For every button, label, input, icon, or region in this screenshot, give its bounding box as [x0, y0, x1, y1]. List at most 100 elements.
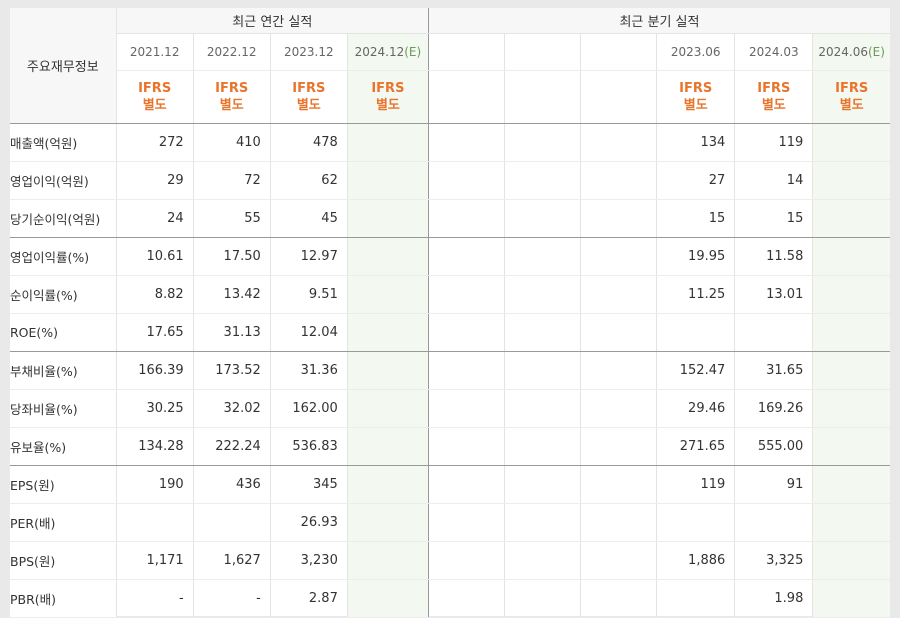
table-row: EPS(원) 190 436 345 119 91 — [10, 465, 890, 504]
row-label-header: 주요재무정보 — [10, 8, 117, 124]
quarter-value-cell — [504, 313, 581, 352]
quarter-value-cell: 29.46 — [656, 389, 735, 428]
quarter-value-cell — [427, 161, 505, 200]
quarter-ifrs-badge-5: IFRS 별도 — [812, 70, 890, 124]
quarter-value-cell — [812, 237, 890, 276]
annual-value-cell: 272 — [116, 123, 194, 162]
annual-value-cell — [346, 161, 429, 200]
quarter-value-cell: 13.01 — [734, 275, 813, 314]
annual-value-cell: 134.28 — [116, 427, 194, 466]
table-row: 유보율(%) 134.28 222.24 536.83 271.65 555.00 — [10, 427, 890, 466]
row-label: 영업이익률(%) — [10, 237, 117, 276]
quarter-value-cell: 169.26 — [734, 389, 813, 428]
annual-value-cell — [346, 351, 429, 390]
estimate-tag: (E) — [868, 45, 885, 59]
quarter-value-cell: 11.58 — [734, 237, 813, 276]
quarter-value-cell — [504, 161, 581, 200]
row-label: EPS(원) — [10, 465, 117, 504]
table-row: 영업이익(억원) 29 72 62 27 14 — [10, 161, 890, 200]
annual-value-cell: 1,627 — [192, 541, 271, 580]
quarter-value-cell — [734, 313, 813, 352]
table-row: PBR(배) - -2.87 1.98 — [10, 579, 890, 618]
row-label: 당기순이익(억원) — [10, 199, 117, 238]
quarter-value-cell — [504, 351, 581, 390]
quarter-value-cell — [580, 465, 657, 504]
annual-value-cell: 55 — [192, 199, 271, 238]
quarter-value-cell — [812, 465, 890, 504]
annual-value-cell: 30.25 — [116, 389, 194, 428]
quarter-value-cell: 3,325 — [734, 541, 813, 580]
ifrs-label: IFRS — [835, 81, 869, 96]
annual-value-cell — [346, 275, 429, 314]
table-row: PER(배) 26.93 — [10, 503, 890, 542]
annual-value-cell — [346, 541, 429, 580]
row-label: PBR(배) — [10, 579, 117, 618]
annual-period-header-0: 2021.12 — [116, 33, 194, 71]
annual-ifrs-badge-1: IFRS 별도 — [192, 70, 271, 124]
quarter-value-cell — [734, 503, 813, 542]
annual-value-cell: 436 — [192, 465, 271, 504]
quarter-value-cell: 15 — [656, 199, 735, 238]
quarter-period-header-3: 2023.06 — [656, 33, 735, 71]
annual-value-cell — [346, 579, 429, 618]
quarter-period-header-2 — [580, 33, 657, 71]
quarter-ifrs-badge-3: IFRS 별도 — [656, 70, 735, 124]
annual-value-cell — [346, 237, 429, 276]
quarter-value-cell: 1.98 — [734, 579, 813, 618]
quarter-value-cell — [504, 541, 581, 580]
annual-value-cell — [346, 199, 429, 238]
quarter-ifrs-badge-4: IFRS 별도 — [734, 70, 813, 124]
ifrs-label: IFRS — [292, 81, 326, 96]
quarter-value-cell — [656, 579, 735, 618]
annual-value-cell: 3,230 — [269, 541, 348, 580]
quarter-value-cell — [812, 503, 890, 542]
quarter-value-cell — [656, 503, 735, 542]
quarter-value-cell — [427, 579, 505, 618]
basis-label: 별도 — [296, 98, 321, 113]
quarter-value-cell — [812, 313, 890, 352]
table-row: 순이익률(%) 8.82 13.42 9.51 11.25 13.01 — [10, 275, 890, 314]
annual-value-cell: 17.50 — [192, 237, 271, 276]
quarter-value-cell — [427, 389, 505, 428]
estimate-tag: (E) — [404, 45, 422, 59]
quarter-value-cell: 91 — [734, 465, 813, 504]
ifrs-label: IFRS — [757, 81, 791, 96]
financial-summary-panel: 주요재무정보 최근 연간 실적 최근 분기 실적 2021.12 2022.12 2… — [10, 8, 890, 618]
table-row: BPS(원) 1,171 1,627 3,230 1,886 3,325 — [10, 541, 890, 580]
basis-label: 별도 — [683, 98, 708, 113]
annual-period-header-1: 2022.12 — [192, 33, 271, 71]
annual-value-cell: 345 — [269, 465, 348, 504]
quarter-value-cell — [427, 541, 505, 580]
annual-value-cell: 45 — [269, 199, 348, 238]
row-label: 당좌비율(%) — [10, 389, 117, 428]
annual-value-cell — [192, 503, 271, 542]
basis-label: 별도 — [839, 98, 864, 113]
annual-value-cell: 31.13 — [192, 313, 271, 352]
quarter-value-cell — [504, 123, 581, 162]
quarter-value-cell: 14 — [734, 161, 813, 200]
quarter-value-cell — [580, 123, 657, 162]
quarter-value-cell — [580, 351, 657, 390]
quarter-value-cell — [812, 427, 890, 466]
row-label: 부채비율(%) — [10, 351, 117, 390]
quarter-value-cell: 31.65 — [734, 351, 813, 390]
annual-value-cell: 13.42 — [192, 275, 271, 314]
row-label: 순이익률(%) — [10, 275, 117, 314]
quarter-value-cell — [427, 275, 505, 314]
quarter-value-cell — [504, 427, 581, 466]
annual-value-cell: 190 — [116, 465, 194, 504]
annual-value-cell: 17.65 — [116, 313, 194, 352]
annual-value-cell — [346, 389, 429, 428]
quarter-value-cell — [812, 351, 890, 390]
quarter-value-cell — [427, 237, 505, 276]
basis-label: 별도 — [761, 98, 786, 113]
annual-value-cell — [346, 427, 429, 466]
period-label: 2022.12 — [206, 45, 257, 59]
annual-value-cell: 9.51 — [269, 275, 348, 314]
quarter-value-cell — [504, 275, 581, 314]
annual-value-cell: 2.87 — [269, 579, 348, 618]
annual-value-cell: 222.24 — [192, 427, 271, 466]
quarter-value-cell — [812, 161, 890, 200]
annual-ifrs-badge-0: IFRS 별도 — [116, 70, 194, 124]
quarter-value-cell — [580, 503, 657, 542]
